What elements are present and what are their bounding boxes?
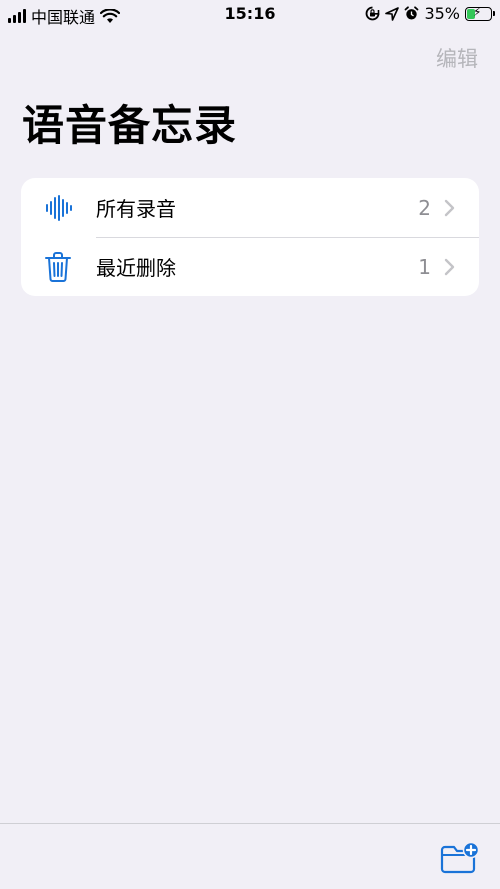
wifi-icon — [100, 8, 121, 23]
new-folder-icon[interactable] — [440, 842, 480, 874]
folder-count: 1 — [418, 254, 431, 279]
voice-memos-screen: 中国联通 15:16 35% ⚡ 编辑 语音备忘录 所有录音 2 最近删除 1 — [0, 0, 500, 889]
folder-row-all-recordings[interactable]: 所有录音 2 — [21, 178, 479, 237]
folder-count: 2 — [418, 195, 431, 220]
chevron-right-icon — [444, 199, 455, 216]
battery-percent: 35% — [424, 4, 460, 23]
status-right: 35% ⚡ — [365, 4, 495, 23]
battery-charging-icon: ⚡ — [465, 4, 495, 21]
charging-bolt-icon: ⚡ — [473, 4, 482, 19]
page-title: 语音备忘录 — [22, 101, 238, 150]
bottom-toolbar — [0, 823, 500, 889]
location-icon — [385, 6, 400, 21]
screen-rotation-lock-icon — [366, 6, 380, 21]
folder-row-recently-deleted[interactable]: 最近删除 1 — [21, 237, 479, 296]
trash-icon — [41, 250, 75, 284]
folder-label: 所有录音 — [96, 197, 176, 221]
folder-list: 所有录音 2 最近删除 1 — [21, 178, 479, 296]
signal-icon — [8, 9, 26, 23]
status-bar: 中国联通 15:16 35% ⚡ — [0, 0, 500, 30]
edit-button[interactable]: 编辑 — [436, 43, 478, 73]
alarm-icon — [405, 6, 419, 20]
waveform-icon — [41, 191, 75, 225]
carrier-label: 中国联通 — [31, 8, 96, 27]
chevron-right-icon — [444, 258, 455, 275]
folder-label: 最近删除 — [96, 256, 176, 280]
status-left: 中国联通 — [8, 4, 121, 28]
